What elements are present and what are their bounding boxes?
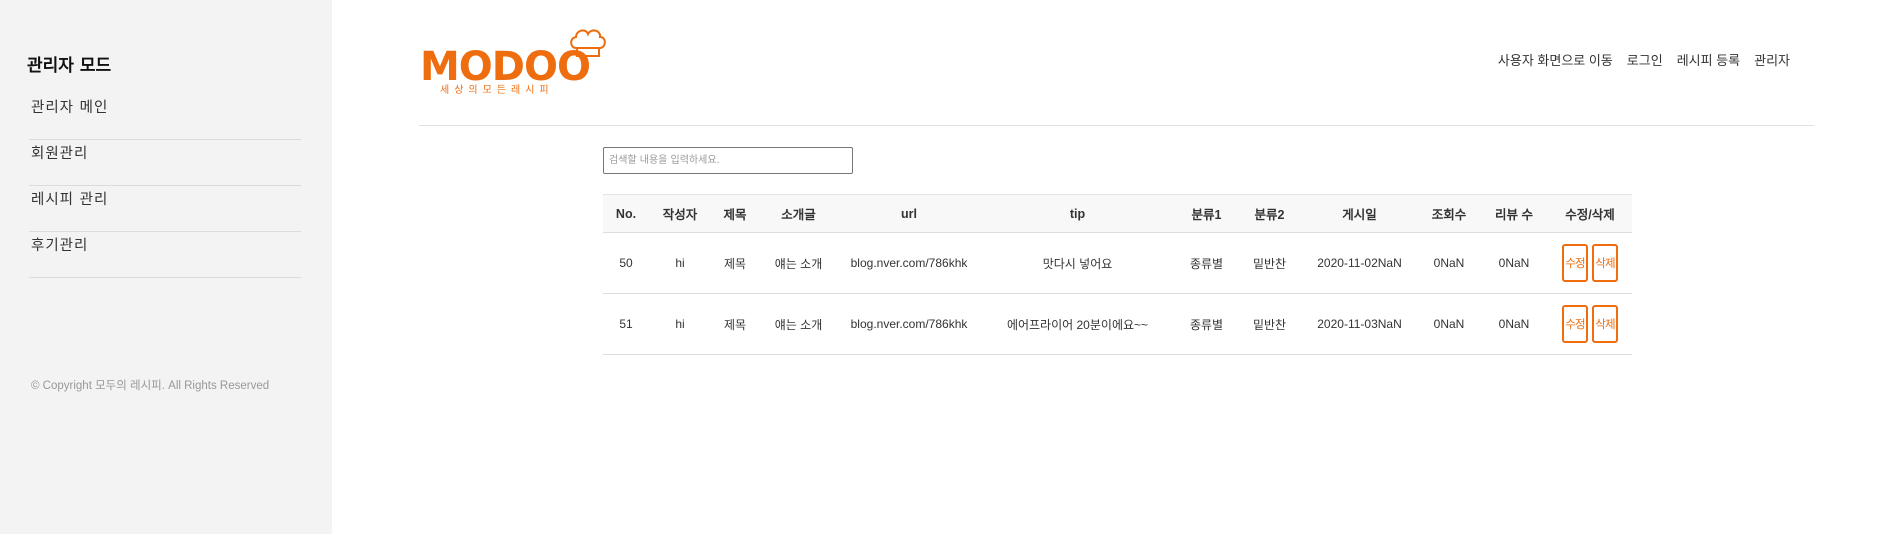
cell-tip: 에어프라이어 20분이에요~~ — [1006, 317, 1149, 332]
logo-subtitle: 세상의모든레시피 — [440, 85, 554, 96]
col-header-date: 게시일 — [1342, 208, 1377, 222]
edit-button[interactable]: 수정 — [1562, 244, 1588, 282]
search-input[interactable] — [603, 147, 853, 174]
cell-date: 2020-11-02NaN — [1317, 256, 1402, 270]
sidebar-item-label: 레시피 관리 — [31, 192, 109, 208]
cell-title: 제목 — [723, 256, 747, 271]
cell-url: blog.nver.com/786khk — [850, 256, 968, 270]
cell-no: 50 — [619, 256, 633, 270]
nav-admin[interactable]: 관리자 — [1754, 50, 1790, 69]
col-header-category1: 분류1 — [1191, 208, 1222, 222]
cell-category2: 밑반찬 — [1252, 317, 1287, 332]
cell-intro: 얘는 소개 — [774, 256, 823, 271]
header-nav: 사용자 화면으로 이동 로그인 레시피 등록 관리자 — [1498, 50, 1790, 69]
cell-category1: 종류별 — [1189, 317, 1224, 332]
delete-button[interactable]: 삭제 — [1592, 244, 1618, 282]
nav-login[interactable]: 로그인 — [1627, 50, 1663, 69]
cell-author: hi — [675, 256, 685, 270]
table-row: 50 hi 제목 얘는 소개 blog.nver.com/786khk 맛다시 … — [603, 233, 1632, 294]
col-header-tip: tip — [1069, 206, 1086, 221]
col-header-category2: 분류2 — [1254, 208, 1285, 222]
cell-author: hi — [675, 317, 685, 331]
edit-button[interactable]: 수정 — [1562, 305, 1588, 343]
sidebar: 관리자 모드 관리자 메인 회원관리 레시피 관리 후기관리 © Copyrig… — [0, 0, 332, 534]
cell-title: 제목 — [723, 317, 747, 332]
cell-tip: 맛다시 넣어요 — [1042, 256, 1113, 271]
sidebar-item-admin-main[interactable]: 관리자 메인 — [29, 94, 301, 140]
cell-reviews: 0NaN — [1498, 317, 1530, 331]
col-header-reviews: 리뷰 수 — [1495, 208, 1533, 222]
col-header-url: url — [901, 206, 917, 221]
copyright-text: © Copyright 모두의 레시피. All Rights Reserved — [31, 380, 270, 392]
cell-no: 51 — [619, 317, 633, 331]
col-header-author: 작성자 — [662, 208, 698, 222]
sidebar-nav: 관리자 메인 회원관리 레시피 관리 후기관리 — [29, 94, 301, 278]
sidebar-item-label: 후기관리 — [31, 238, 89, 254]
col-header-no: No. — [615, 206, 637, 221]
nav-user-view[interactable]: 사용자 화면으로 이동 — [1498, 50, 1613, 69]
sidebar-item-label: 관리자 메인 — [31, 100, 109, 116]
sidebar-item-reviews[interactable]: 후기관리 — [29, 232, 301, 278]
cell-intro: 얘는 소개 — [774, 317, 823, 332]
recipe-table: No. 작성자 제목 소개글 url tip 분류1 분류2 게시일 조회수 리… — [603, 194, 1632, 355]
cell-category2: 밑반찬 — [1252, 256, 1287, 271]
cell-reviews: 0NaN — [1498, 256, 1530, 270]
delete-button[interactable]: 삭제 — [1592, 305, 1618, 343]
header-divider — [419, 125, 1814, 126]
cell-views: 0NaN — [1433, 317, 1465, 331]
nav-register-recipe[interactable]: 레시피 등록 — [1677, 50, 1740, 69]
sidebar-item-recipes[interactable]: 레시피 관리 — [29, 186, 301, 232]
table-row: 51 hi 제목 얘는 소개 blog.nver.com/786khk 에어프라… — [603, 294, 1632, 355]
table-header-row: No. 작성자 제목 소개글 url tip 분류1 분류2 게시일 조회수 리… — [603, 194, 1632, 233]
cell-views: 0NaN — [1433, 256, 1465, 270]
cell-category1: 종류별 — [1189, 256, 1224, 271]
sidebar-title: 관리자 모드 — [27, 56, 112, 76]
sidebar-item-label: 회원관리 — [31, 146, 89, 162]
site-logo[interactable]: MODOO 세상의모든레시피 — [420, 26, 610, 98]
sidebar-item-members[interactable]: 회원관리 — [29, 140, 301, 186]
cell-date: 2020-11-03NaN — [1317, 317, 1402, 331]
col-header-views: 조회수 — [1431, 208, 1467, 222]
col-header-actions: 수정/삭제 — [1565, 208, 1615, 222]
col-header-intro: 소개글 — [781, 208, 816, 222]
cell-actions: 수정 삭제 — [1548, 294, 1632, 355]
col-header-title: 제목 — [723, 208, 747, 222]
cell-url: blog.nver.com/786khk — [850, 317, 968, 331]
cell-actions: 수정 삭제 — [1548, 233, 1632, 294]
